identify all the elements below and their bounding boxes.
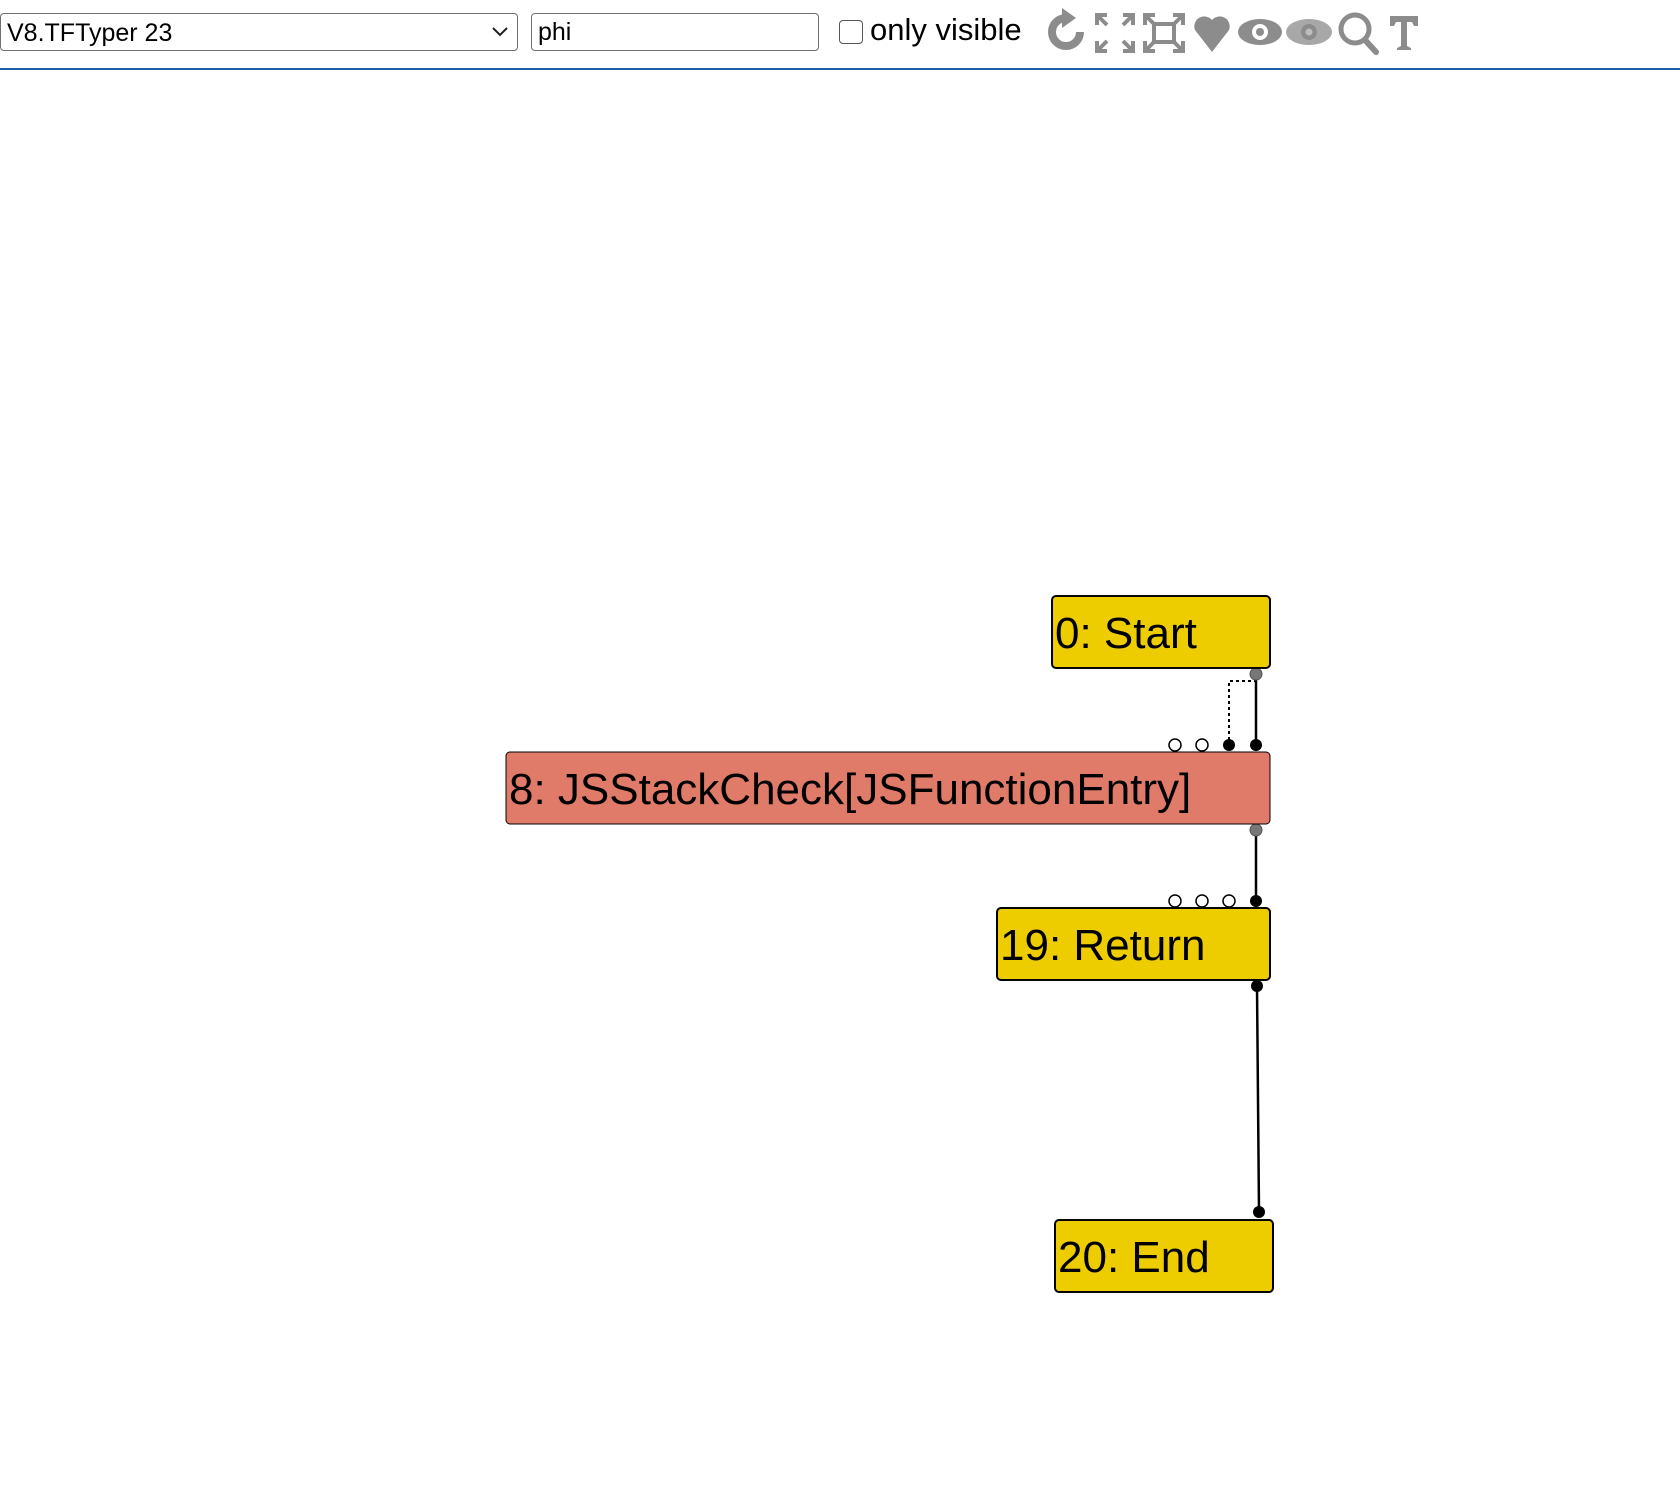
input-port-8-d <box>1250 739 1262 751</box>
phase-select-value: V8.TFTyper 23 <box>7 19 173 47</box>
hide-unselected-icon[interactable] <box>1284 16 1334 48</box>
chevron-down-icon <box>492 27 508 37</box>
only-visible-checkbox[interactable] <box>839 20 863 44</box>
output-port-19 <box>1251 980 1263 992</box>
toggle-types-icon[interactable] <box>1192 12 1232 54</box>
node-label-end: 20: End <box>1058 1233 1210 1282</box>
phase-select[interactable]: V8.TFTyper 23 <box>0 13 518 51</box>
input-port-8-c <box>1223 739 1235 751</box>
layout-selected-icon[interactable] <box>1142 12 1186 54</box>
output-port-8 <box>1249 823 1263 837</box>
graph-node-start[interactable]: 0: Start <box>1051 595 1271 669</box>
search-input[interactable] <box>531 13 819 51</box>
only-visible-label: only visible <box>870 12 1022 47</box>
input-port-19-c <box>1222 894 1236 908</box>
input-port-8-b <box>1195 738 1209 752</box>
show-all-icon[interactable] <box>1236 16 1284 48</box>
toggle-types-text-icon[interactable] <box>1388 14 1420 52</box>
input-port-19-d <box>1250 895 1262 907</box>
node-label-start: 0: Start <box>1055 609 1197 658</box>
toolbar: V8.TFTyper 23 only visible <box>0 0 1680 70</box>
edge-effect-0-8 <box>1228 674 1257 742</box>
node-label-return: 19: Return <box>1000 921 1205 970</box>
layout-all-icon[interactable] <box>1094 12 1136 54</box>
graph-canvas[interactable]: 0: Start 8: JSStackCheck[JSFunctionEntry… <box>0 72 1680 1512</box>
graph-node-return[interactable]: 19: Return <box>996 907 1271 981</box>
input-port-20 <box>1253 1206 1265 1218</box>
input-port-19-b <box>1195 894 1209 908</box>
graph-node-jsstackcheck[interactable]: 8: JSStackCheck[JSFunctionEntry] <box>505 751 1271 825</box>
zoom-selection-icon[interactable] <box>1336 10 1380 56</box>
edge-control-19-20 <box>1255 985 1261 1213</box>
input-port-19-a <box>1168 894 1182 908</box>
output-port-0 <box>1249 667 1263 681</box>
refresh-icon[interactable] <box>1044 8 1090 58</box>
input-port-8-a <box>1168 738 1182 752</box>
graph-node-end[interactable]: 20: End <box>1054 1219 1274 1293</box>
node-label-jsstackcheck: 8: JSStackCheck[JSFunctionEntry] <box>509 765 1191 814</box>
